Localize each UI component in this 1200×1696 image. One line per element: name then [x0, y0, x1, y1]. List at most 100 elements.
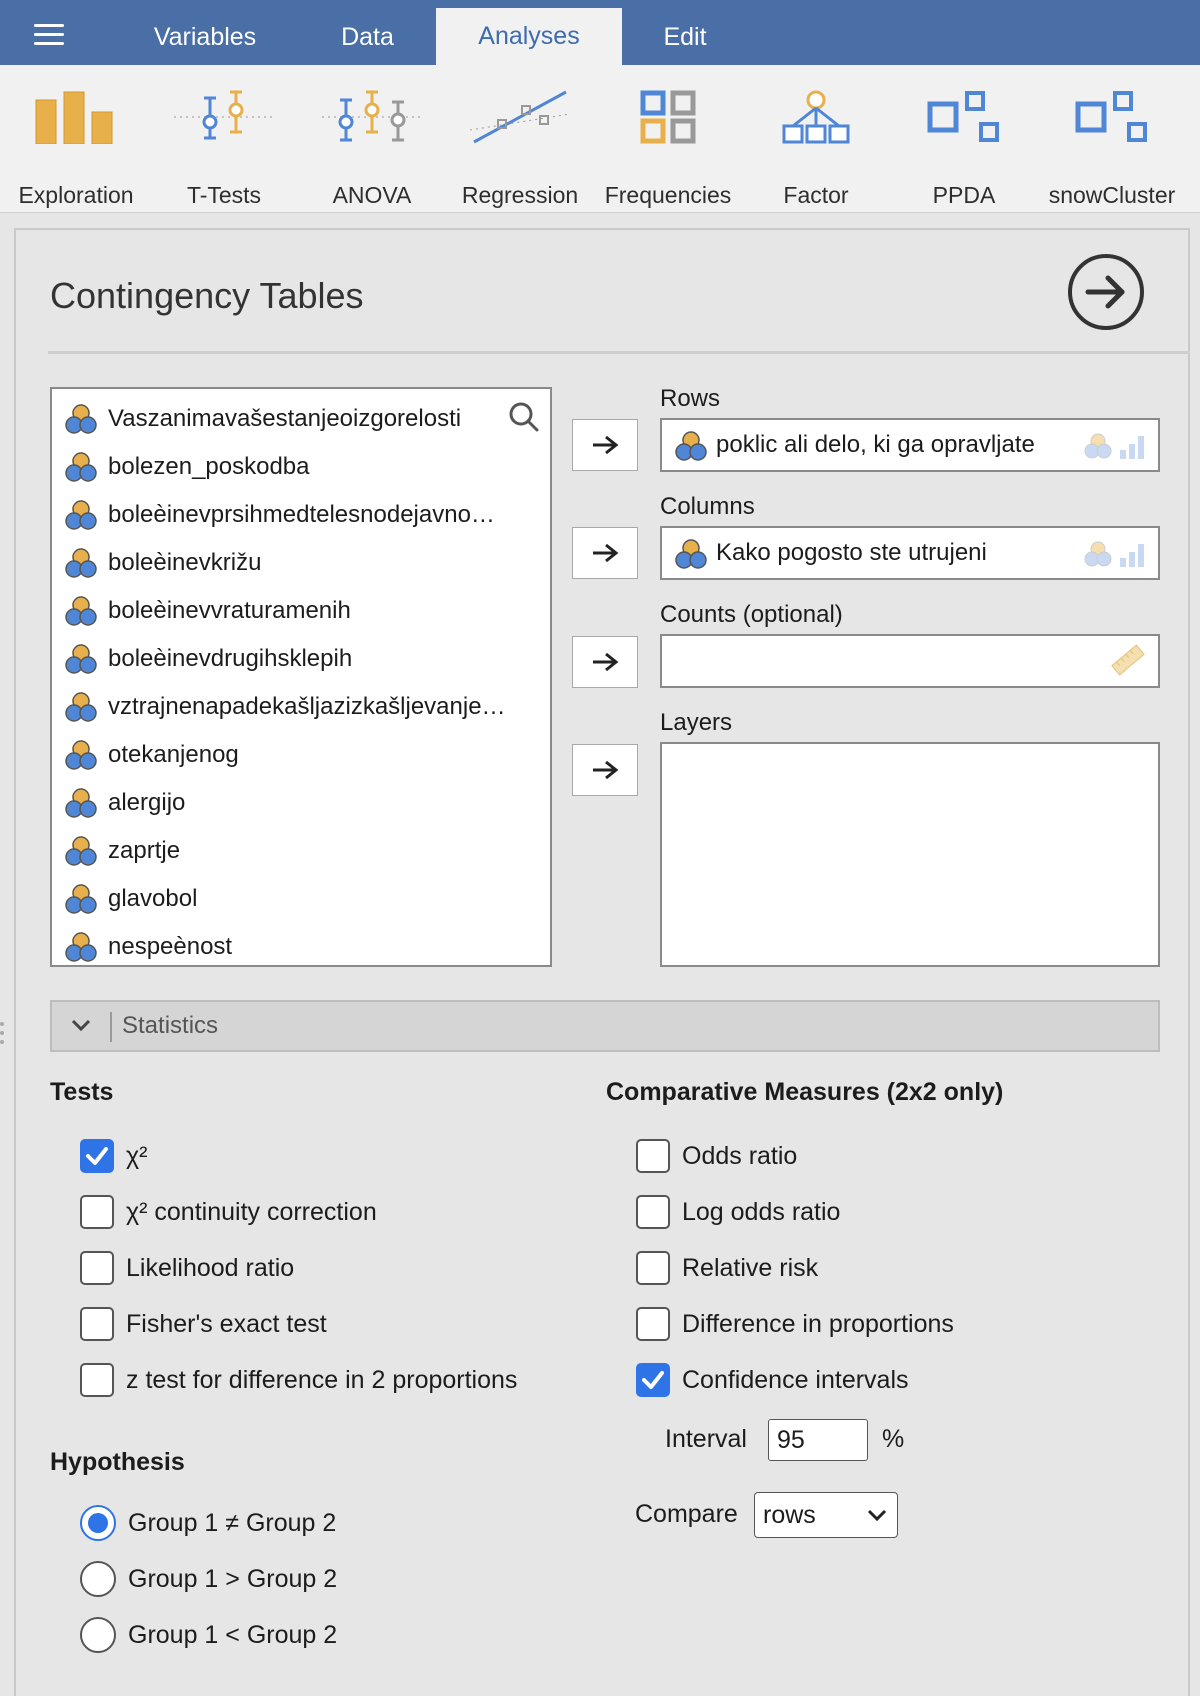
allowed-types-icon — [1084, 433, 1144, 459]
arrow-right-icon — [593, 543, 619, 563]
compare-select[interactable]: rows — [754, 1492, 898, 1538]
option-label: Difference in proportions — [682, 1309, 954, 1338]
ribbon-exploration[interactable]: Exploration — [2, 90, 150, 208]
checkbox[interactable] — [80, 1307, 114, 1341]
list-item[interactable]: boleèinevkrižu — [64, 541, 261, 585]
compare-value: rows — [763, 1501, 816, 1529]
run-analysis-button[interactable] — [1068, 254, 1144, 330]
hypothesis-option[interactable]: Group 1 ≠ Group 2 — [80, 1504, 336, 1542]
interval-input[interactable]: 95 — [768, 1419, 868, 1461]
ribbon-regression[interactable]: Regression — [446, 90, 594, 208]
radio-button[interactable] — [80, 1561, 116, 1597]
rows-variable[interactable]: poklic ali delo, ki ga opravljate — [716, 420, 1035, 470]
test-option[interactable]: Likelihood ratio — [80, 1249, 294, 1287]
compare-label: Compare — [635, 1500, 738, 1528]
option-label: z test for difference in 2 proportions — [126, 1365, 518, 1394]
checkbox[interactable] — [636, 1195, 670, 1229]
columns-variable[interactable]: Kako pogosto ste utrujeni — [716, 528, 987, 578]
test-option[interactable]: χ² — [80, 1137, 147, 1175]
exploration-icon — [35, 91, 113, 144]
top-menu-bar: Variables Data Analyses Edit — [0, 0, 1200, 65]
list-item[interactable]: vztrajnenapadekašljazizkašljevanje… — [64, 685, 506, 729]
checkbox[interactable] — [80, 1363, 114, 1397]
checkbox[interactable] — [80, 1195, 114, 1229]
option-label: Confidence intervals — [682, 1365, 909, 1394]
list-item[interactable]: boleèinevdrugihsklepih — [64, 637, 352, 681]
tab-variables[interactable]: Variables — [130, 0, 280, 65]
checkbox[interactable] — [80, 1139, 114, 1173]
ribbon-frequencies[interactable]: Frequencies — [594, 90, 742, 208]
radio-button[interactable] — [80, 1617, 116, 1653]
test-option[interactable]: χ² continuity correction — [80, 1193, 377, 1231]
list-item[interactable]: bolezen_poskodba — [64, 445, 310, 489]
ribbon-label: Regression — [461, 182, 579, 208]
ppda-icon — [927, 91, 999, 142]
option-label: Relative risk — [682, 1253, 819, 1282]
ribbon-ppda[interactable]: PPDA — [890, 90, 1038, 208]
list-item[interactable]: otekanjenog — [64, 733, 239, 777]
list-item[interactable]: zaprtje — [64, 829, 180, 873]
variable-list[interactable]: Vaszanimavašestanjeoizgorelosti bolezen_p… — [50, 387, 552, 967]
divider — [110, 1012, 112, 1042]
list-item[interactable]: Vaszanimavašestanjeoizgorelosti — [64, 397, 461, 441]
hamburger-menu-icon[interactable] — [34, 24, 64, 46]
ribbon-anova[interactable]: ANOVA — [298, 90, 446, 208]
option-label: χ² continuity correction — [126, 1197, 377, 1226]
list-item[interactable]: alergijo — [64, 781, 185, 825]
layers-box[interactable] — [660, 742, 1160, 967]
variable-name: vztrajnenapadekašljazizkašljevanje… — [108, 693, 506, 720]
comparative-option[interactable]: Odds ratio — [636, 1137, 797, 1175]
option-label: χ² — [126, 1141, 148, 1170]
checkbox[interactable] — [636, 1251, 670, 1285]
list-item[interactable]: glavobol — [64, 877, 197, 921]
resize-grip-icon[interactable] — [0, 1022, 6, 1052]
arrow-right-icon — [593, 760, 619, 780]
move-to-rows-button[interactable] — [572, 419, 638, 471]
checkbox[interactable] — [636, 1307, 670, 1341]
option-label: Group 1 < Group 2 — [128, 1620, 338, 1649]
search-icon[interactable] — [508, 401, 540, 433]
hypothesis-option[interactable]: Group 1 > Group 2 — [80, 1560, 337, 1598]
hypothesis-option[interactable]: Group 1 < Group 2 — [80, 1616, 337, 1654]
move-to-columns-button[interactable] — [572, 527, 638, 579]
rows-box[interactable]: poklic ali delo, ki ga opravljate — [660, 418, 1160, 472]
list-item[interactable]: nespeènost — [64, 925, 233, 965]
move-to-layers-button[interactable] — [572, 744, 638, 796]
radio-button[interactable] — [80, 1505, 116, 1541]
tab-analyses[interactable]: Analyses — [436, 8, 622, 65]
ribbon-label: Factor — [783, 182, 849, 208]
option-label: Likelihood ratio — [126, 1253, 295, 1282]
variable-name: alergijo — [108, 789, 186, 816]
analyses-ribbon: Exploration T-Tests ANOVA Regression Fre… — [0, 65, 1200, 213]
comparative-option[interactable]: Relative risk — [636, 1249, 818, 1287]
arrow-right-icon — [593, 435, 619, 455]
test-option[interactable]: z test for difference in 2 proportions — [80, 1361, 517, 1399]
columns-box[interactable]: Kako pogosto ste utrujeni — [660, 526, 1160, 580]
checkbox[interactable] — [636, 1139, 670, 1173]
nominal-variable-icon — [675, 431, 707, 461]
statistics-section-toggle[interactable]: Statistics — [50, 1000, 1160, 1052]
checkbox[interactable] — [636, 1363, 670, 1397]
ribbon-t-tests[interactable]: T-Tests — [150, 90, 298, 208]
test-option[interactable]: Fisher's exact test — [80, 1305, 327, 1343]
checkmark-icon — [86, 1147, 108, 1165]
ribbon-snowcluster[interactable]: snowCluster — [1038, 90, 1186, 208]
variable-name: otekanjenog — [108, 741, 239, 768]
tab-data[interactable]: Data — [300, 0, 435, 65]
nominal-variable-icon — [65, 596, 97, 626]
list-item[interactable]: boleèinevprsihmedtelesnodejavno… — [64, 493, 495, 537]
variable-name: boleèinevprsihmedtelesnodejavno… — [108, 501, 495, 528]
nominal-variable-icon — [65, 836, 97, 866]
ribbon-label: Exploration — [18, 182, 134, 208]
move-to-counts-button[interactable] — [572, 636, 638, 688]
variable-name: nespeènost — [108, 933, 233, 960]
checkbox[interactable] — [80, 1251, 114, 1285]
comparative-option[interactable]: Confidence intervals — [636, 1361, 909, 1399]
list-item[interactable]: boleèinevvraturamenih — [64, 589, 351, 633]
ribbon-factor[interactable]: Factor — [742, 90, 890, 208]
tab-edit[interactable]: Edit — [636, 0, 734, 65]
counts-box[interactable] — [660, 634, 1160, 688]
comparative-option[interactable]: Difference in proportions — [636, 1305, 954, 1343]
comparative-option[interactable]: Log odds ratio — [636, 1193, 840, 1231]
ribbon-label: ANOVA — [332, 182, 412, 208]
